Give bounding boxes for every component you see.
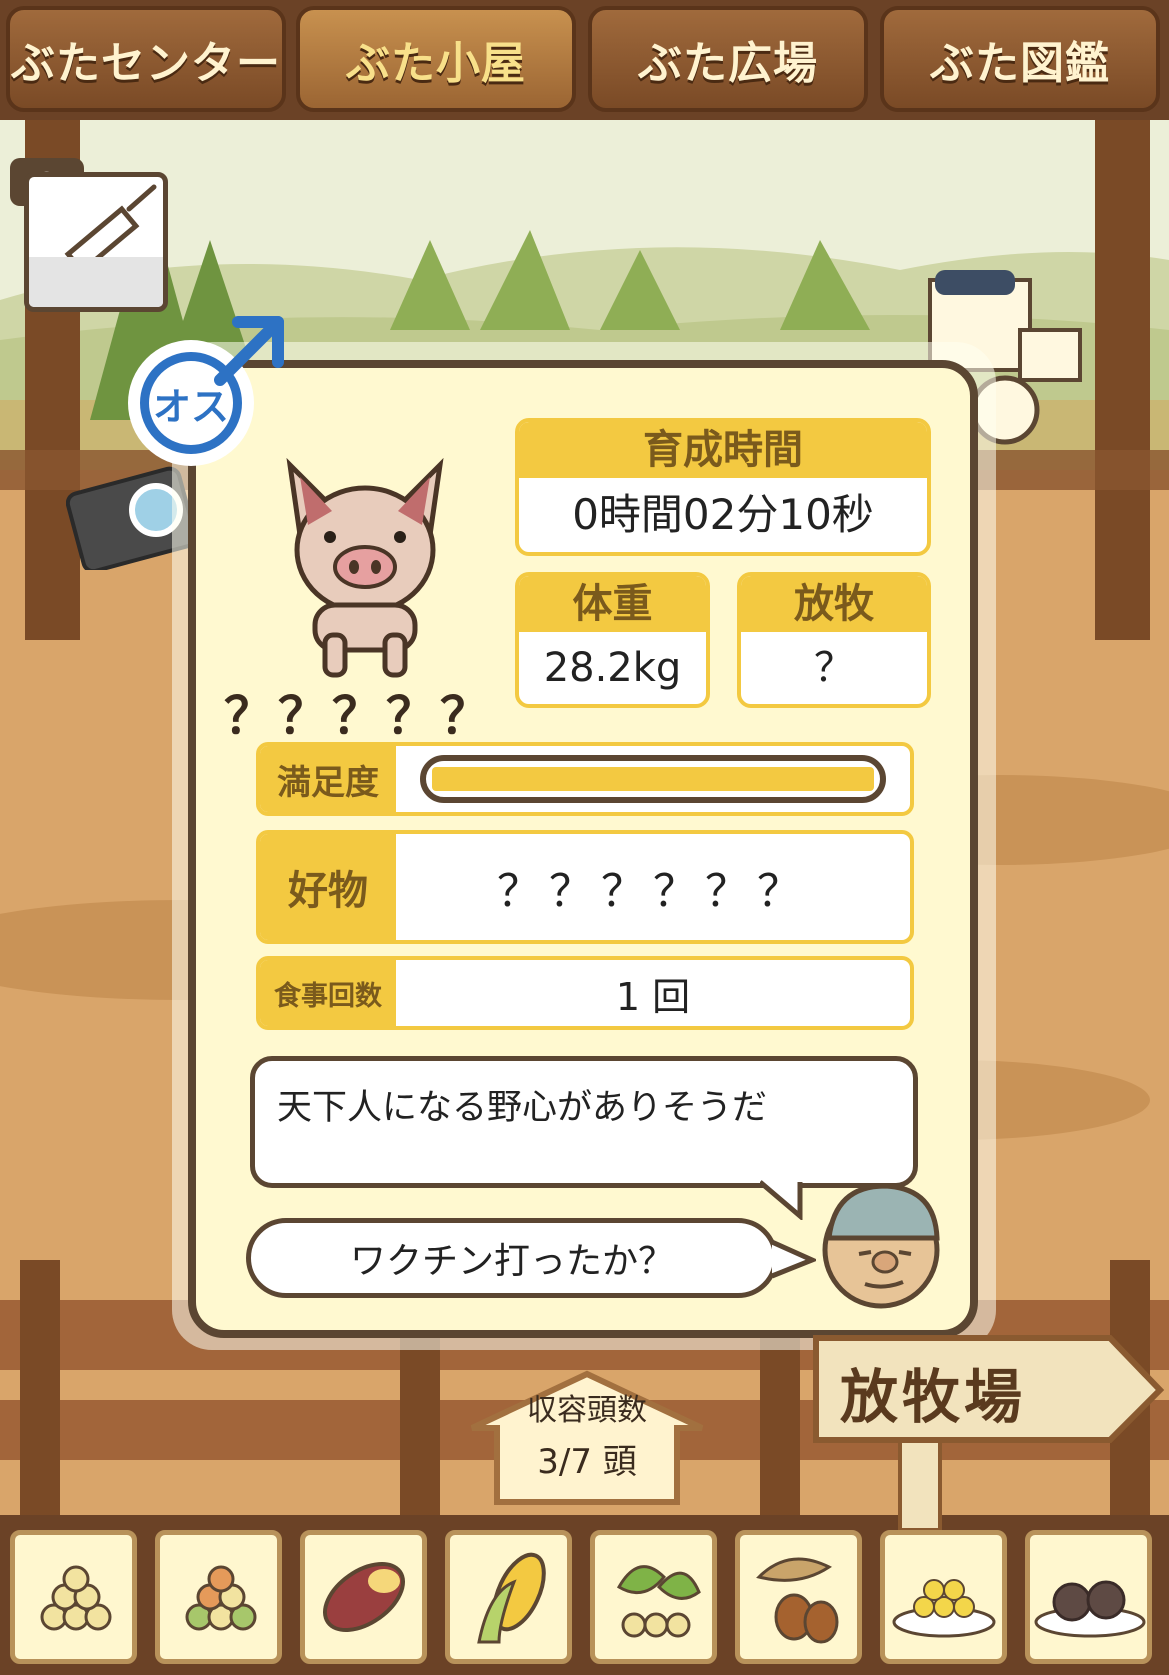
raise-time-box: 育成時間 0時間02分10秒 [515,418,931,556]
pasture-sign-label: 放牧場 [840,1363,1027,1431]
satisfaction-row: 満足度 [256,742,914,816]
comment-bubble: 天下人になる野心がありそうだ [250,1056,918,1188]
leaves-nuts-feed-icon [616,1565,701,1638]
feed-truffle-plate[interactable] [1025,1530,1152,1664]
question-bubble-tail [772,1239,816,1279]
pasture-box: 放牧 ？ [737,572,931,708]
satisfaction-gauge-fill [432,767,874,791]
question-text: ワクチン打ったか？ [349,1241,674,1282]
grain-plate-feed-icon [892,1579,995,1638]
raise-time-label: 育成時間 [519,422,927,478]
vaccine-button[interactable] [24,172,168,312]
feed-soybeans[interactable] [10,1530,137,1664]
pasture-value: ？ [814,645,854,691]
weight-label: 体重 [519,576,706,632]
mixed-beans-feed-icon [185,1565,256,1631]
raise-time-value: 0時間02分10秒 [572,490,874,539]
soybeans-feed-icon [40,1565,111,1631]
favorite-value: ？？？？？？ [497,866,809,917]
sweet-potato-feed-icon [322,1561,405,1633]
comment-text: 天下人になる野心がありそうだ [277,1088,768,1128]
tab-bar: ぶたセンター ぶた小屋 ぶた広場 ぶた図鑑 [0,0,1169,120]
game-scene: ぶたセンター ぶた小屋 ぶた広場 ぶた図鑑 9 オス [0,0,1169,1675]
capacity-value: 3/7 頭 [537,1442,637,1482]
feed-leaves-nuts[interactable] [590,1530,717,1664]
favorite-row: 好物 ？？？？？？ [256,830,914,944]
tab-buta-center[interactable]: ぶたセンター [6,6,286,112]
satisfaction-label: 満足度 [260,746,396,812]
weight-value: 28.2kg [543,645,682,691]
meals-label: 食事回数 [260,960,396,1026]
satisfaction-gauge-area [396,746,910,812]
corn-feed-icon [476,1552,546,1644]
farmer-avatar[interactable] [815,1176,951,1312]
pig-name: ？？？？？ [224,687,494,745]
acorn-feed-icon [755,1557,838,1644]
truffle-plate-feed-icon [1034,1580,1146,1638]
feed-mixed-beans[interactable] [155,1530,282,1664]
meals-value: 1 回 [615,974,691,1019]
satisfaction-gauge [420,755,886,803]
feed-acorn[interactable] [735,1530,862,1664]
favorite-label: 好物 [260,834,396,940]
tab-buta-hiroba[interactable]: ぶた広場 [588,6,868,112]
weight-box: 体重 28.2kg [515,572,710,708]
tab-buta-zukan[interactable]: ぶた図鑑 [880,6,1160,112]
feed-grain-plate[interactable] [880,1530,1007,1664]
pig-illustration [286,457,444,678]
tab-buta-koya[interactable]: ぶた小屋 [296,6,576,112]
comment-bubble-tail [760,1180,803,1220]
male-symbol-icon [214,316,284,386]
question-bubble[interactable]: ワクチン打ったか？ [246,1218,778,1298]
feed-corn[interactable] [445,1530,572,1664]
meals-row: 食事回数 1 回 [256,956,914,1030]
capacity-label: 収容頭数 [527,1393,647,1428]
feed-sweet-potato[interactable] [300,1530,427,1664]
pasture-label: 放牧 [741,576,927,632]
